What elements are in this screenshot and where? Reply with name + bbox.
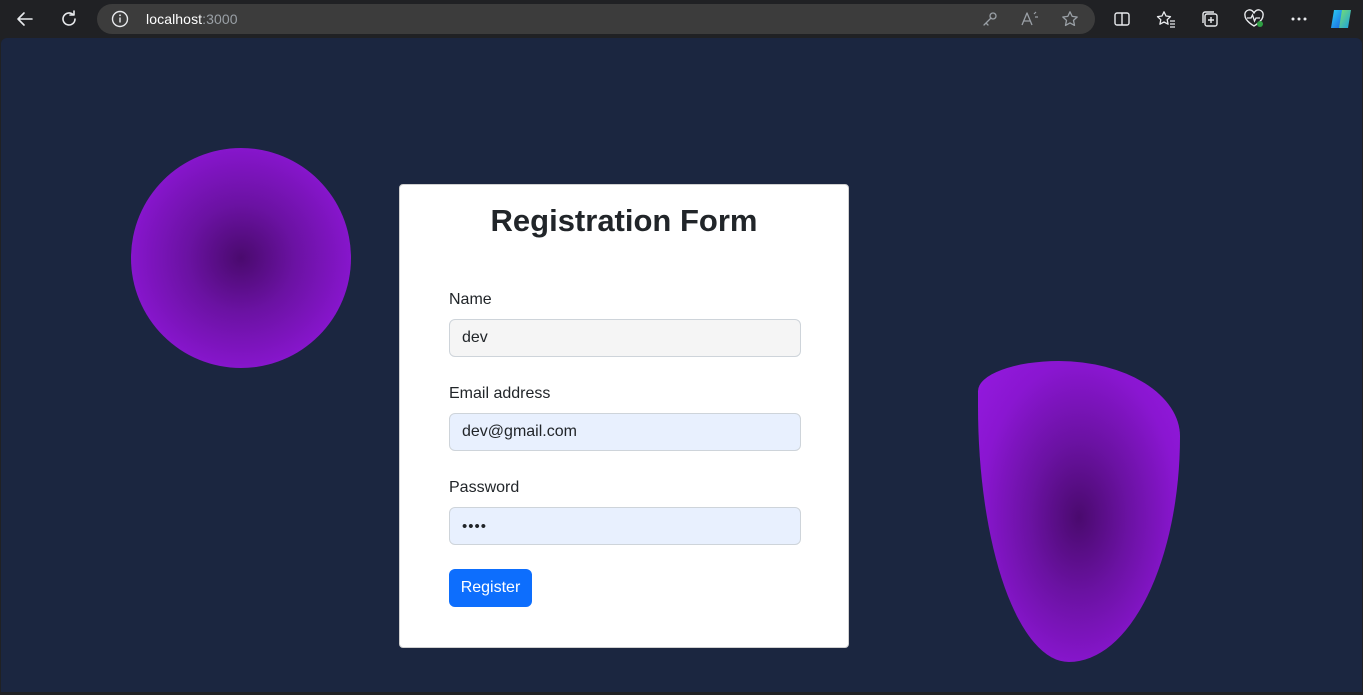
collections-icon[interactable] [1195,4,1225,34]
browser-toolbar: localhost:3000 [0,0,1363,38]
health-icon[interactable] [1239,4,1269,34]
back-icon[interactable] [10,4,40,34]
email-label: Email address [449,385,551,402]
password-label: Password [449,479,520,496]
decorative-organic-blob [978,361,1180,662]
email-input-value: dev@gmail.com [462,423,577,440]
email-input[interactable]: dev@gmail.com [449,413,801,451]
name-input[interactable]: dev [449,319,801,357]
split-screen-icon[interactable] [1107,4,1137,34]
password-input-value: •••• [462,517,488,535]
name-label: Name [449,291,492,308]
page-viewport: Registration Form Name dev Email address… [1,38,1362,692]
register-button[interactable]: Register [449,569,532,607]
address-bar[interactable]: localhost:3000 [97,4,1095,34]
name-input-value: dev [462,329,488,346]
read-aloud-icon[interactable] [1020,9,1040,29]
url-text: localhost:3000 [146,11,238,27]
url-port: :3000 [202,11,238,27]
decorative-circle-blob [131,148,351,368]
info-icon[interactable] [111,10,129,28]
favorite-star-icon[interactable] [1060,9,1080,29]
key-icon[interactable] [980,9,1000,29]
refresh-icon[interactable] [54,4,84,34]
url-host: localhost [146,11,203,27]
favorites-icon[interactable] [1151,4,1181,34]
registration-card: Registration Form Name dev Email address… [399,184,849,648]
copilot-icon[interactable] [1326,4,1356,34]
form-title: Registration Form [490,203,758,238]
password-input[interactable]: •••• [449,507,801,545]
more-icon[interactable] [1284,4,1314,34]
